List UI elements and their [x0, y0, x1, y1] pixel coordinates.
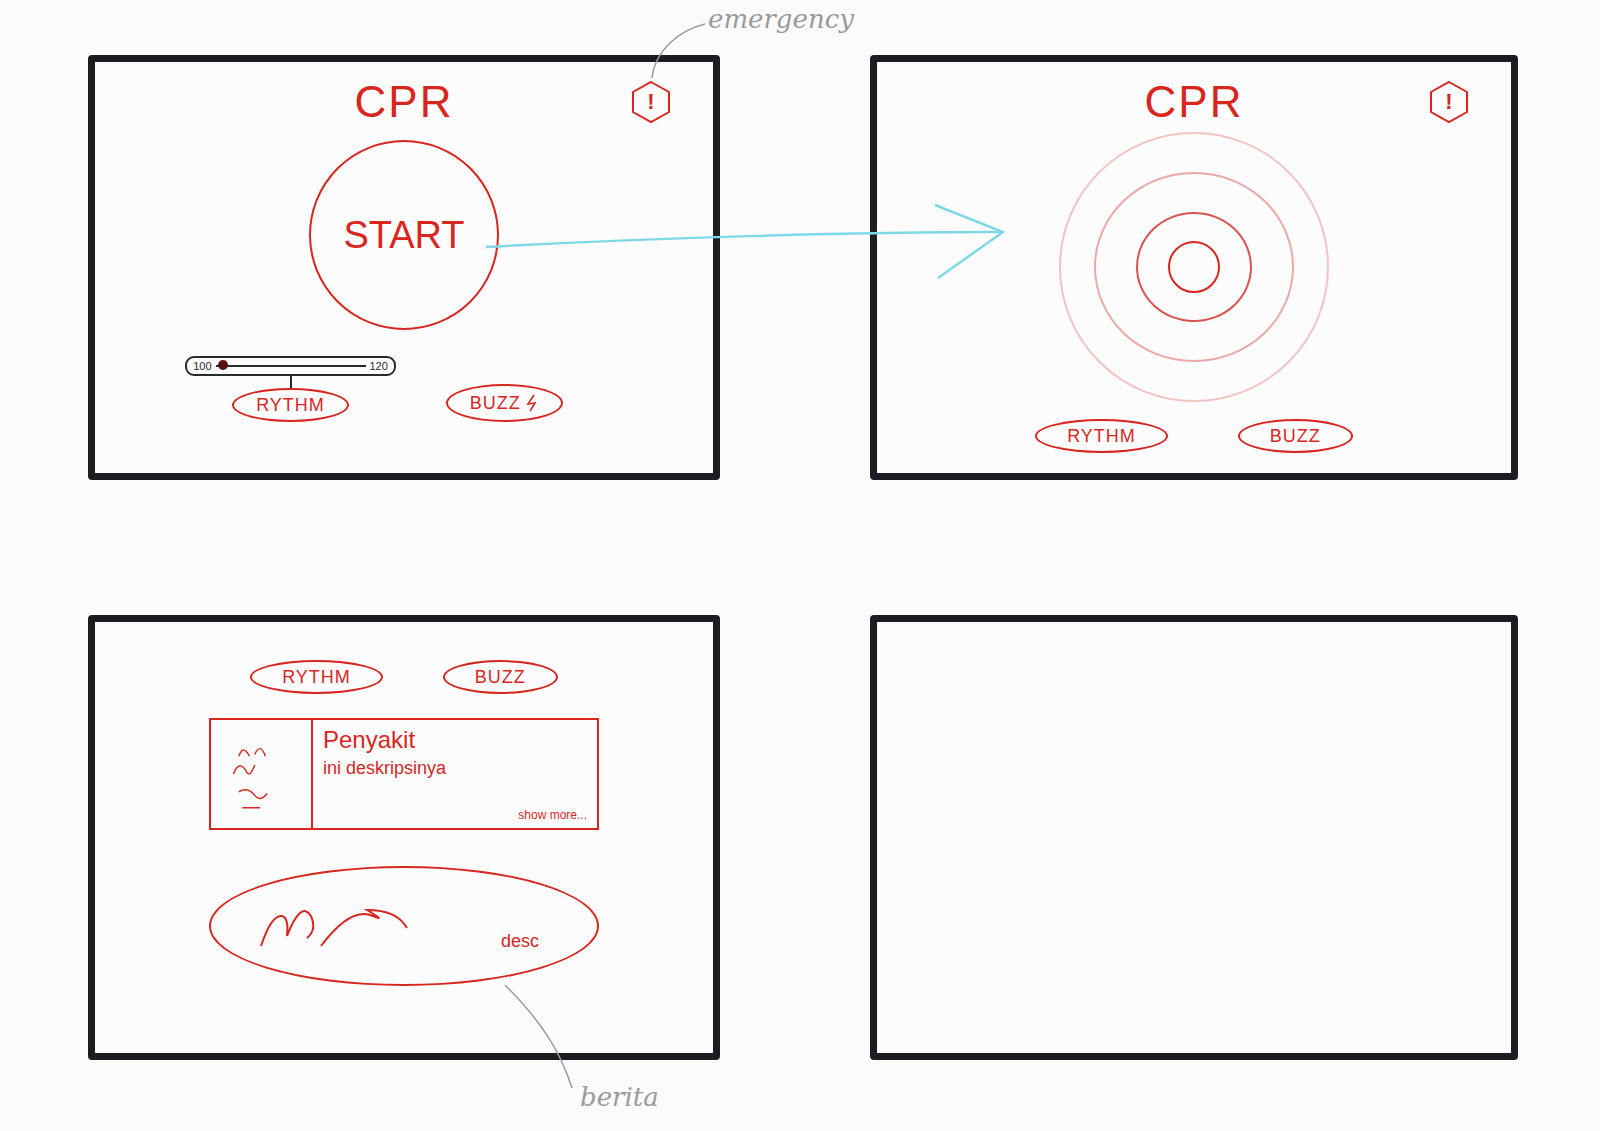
pulse-core[interactable]	[1168, 241, 1220, 293]
disease-card[interactable]: Penyakit ini deskripsinya show more...	[209, 718, 599, 830]
slider-connector	[290, 376, 292, 388]
disease-image	[211, 720, 313, 828]
lightning-icon	[525, 394, 539, 412]
news-label: desc	[501, 931, 539, 952]
card-body: Penyakit ini deskripsinya show more...	[313, 720, 597, 828]
info-screen: RYTHM BUZZ Penyakit ini deskripsinya show mo…	[88, 615, 720, 1060]
blank-screen	[870, 615, 1518, 1060]
news-pointer	[505, 985, 572, 1088]
rate-control: 100 120 RYTHM	[185, 356, 396, 422]
rhythm-button[interactable]: RYTHM	[250, 660, 383, 694]
storyboard-grid: !CPRSTART100120RYTHMBUZZ!CPRRYTHMBUZZRYT…	[0, 0, 1600, 1060]
news-card[interactable]: desc	[209, 866, 599, 986]
flow-arrow	[486, 232, 1000, 247]
emergency-label: !	[647, 89, 654, 115]
show-more-link[interactable]: show more...	[518, 808, 587, 822]
buzz-button[interactable]: BUZZ	[1238, 419, 1353, 453]
start-button[interactable]: START	[309, 140, 499, 330]
buzz-label: BUZZ	[470, 393, 521, 414]
card-title: Penyakit	[323, 726, 587, 754]
button-row: RYTHM BUZZ	[1035, 419, 1353, 453]
screen-title: CPR	[355, 76, 454, 128]
rhythm-button[interactable]: RYTHM	[1035, 419, 1168, 453]
slider-max: 120	[370, 360, 388, 372]
slider-min: 100	[193, 360, 211, 372]
pulse-ring	[1059, 132, 1329, 402]
connectors	[0, 0, 1600, 1131]
running-screen: ! CPR RYTHM BUZZ	[870, 55, 1518, 480]
screen-title: CPR	[1145, 76, 1244, 128]
card-description: ini deskripsinya	[323, 758, 587, 779]
pulse-ring	[1136, 212, 1252, 322]
emergency-annotation: emergency	[708, 4, 854, 34]
buzz-button[interactable]: BUZZ	[443, 660, 558, 694]
news-annotation: berita	[580, 1082, 659, 1112]
news-scribble-icon	[251, 896, 471, 956]
start-screen: ! CPR START 100 120 RYTHM BUZZ	[88, 55, 720, 480]
buzz-button[interactable]: BUZZ	[446, 384, 563, 422]
slider-thumb[interactable]	[218, 360, 228, 370]
person-icon	[221, 729, 301, 819]
emergency-pointer	[652, 24, 705, 78]
emergency-button[interactable]: !	[1427, 80, 1471, 124]
rhythm-button[interactable]: RYTHM	[232, 388, 349, 422]
emergency-button[interactable]: !	[629, 80, 673, 124]
arrow-head-icon	[935, 205, 1003, 278]
emergency-label: !	[1445, 89, 1452, 115]
controls-row: 100 120 RYTHM BUZZ	[185, 356, 563, 422]
pulse-ring	[1094, 172, 1294, 362]
rate-slider[interactable]: 100 120	[185, 356, 396, 376]
storyboard: !CPRSTART100120RYTHMBUZZ!CPRRYTHMBUZZRYT…	[0, 0, 1600, 1131]
slider-track	[216, 365, 366, 367]
button-row: RYTHM BUZZ	[250, 660, 558, 694]
start-label: START	[343, 214, 464, 257]
